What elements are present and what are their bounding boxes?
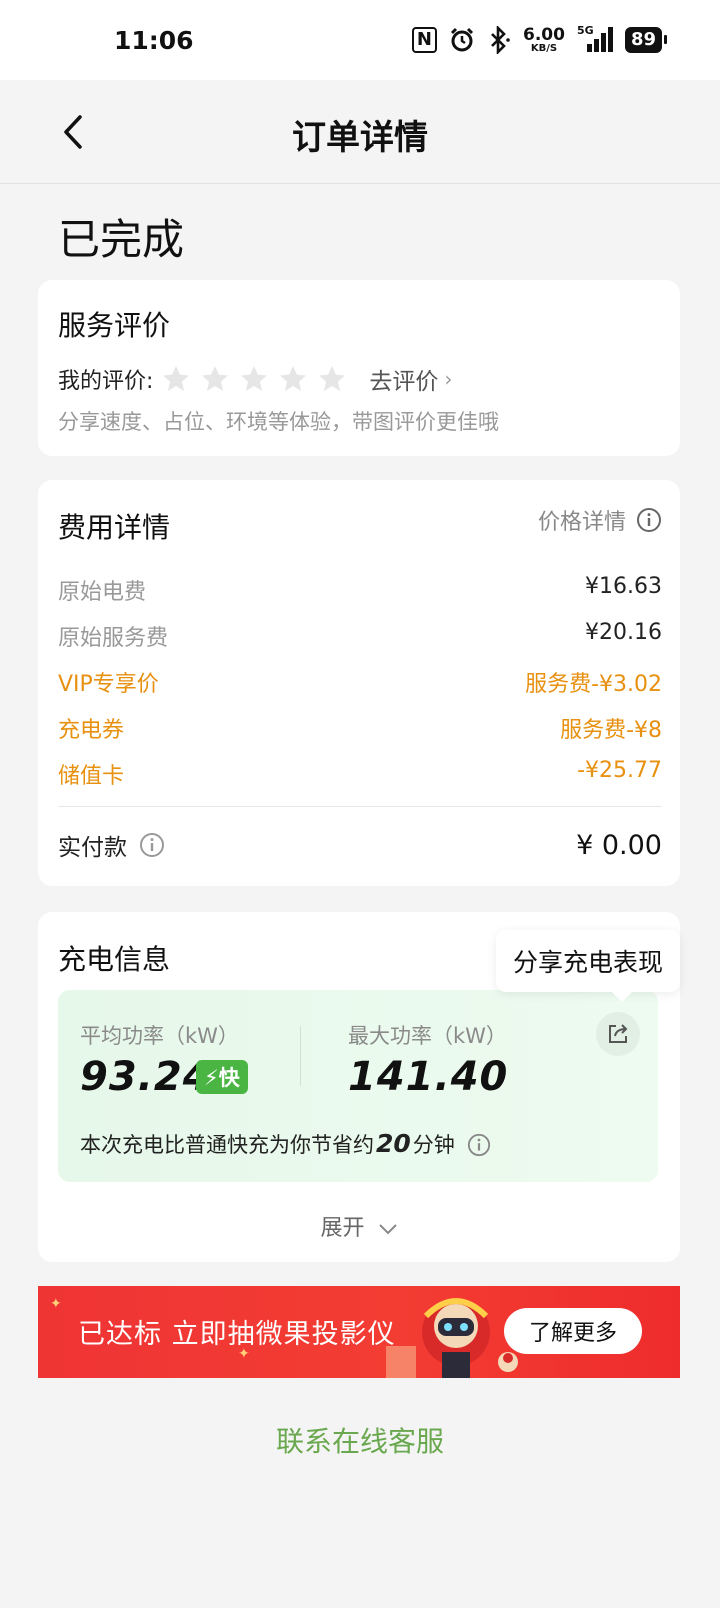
divider <box>58 806 662 807</box>
fee-row: VIP专享价 服务费-¥3.02 <box>58 666 662 698</box>
star-icon[interactable] <box>200 364 230 394</box>
nav-bar: 订单详情 <box>0 80 720 184</box>
page-title: 订单详情 <box>292 118 428 158</box>
speed-unit: KB/S <box>530 42 558 54</box>
promo-banner[interactable]: ✦ ✦ 已达标 立即抽微果投影仪 了解更多 <box>38 1286 680 1378</box>
nfc-icon: N <box>411 27 437 53</box>
fee-row: 充电券 服务费-¥8 <box>58 712 662 744</box>
network-speed: 6.00 KB/S <box>522 24 565 54</box>
fee-label: VIP专享价 <box>58 672 159 697</box>
fee-row: 原始电费 ¥16.63 <box>58 574 662 606</box>
rating-row: 我的评价: 去评价 › <box>58 362 452 396</box>
battery-icon: 89 <box>624 27 668 53</box>
share-icon <box>609 1024 628 1043</box>
time-saved-text: 本次充电比普通快充为你节省约 20 分钟 <box>80 1128 491 1159</box>
star-rating[interactable] <box>161 364 347 394</box>
chevron-right-icon: › <box>444 367 453 391</box>
fee-card: 费用详情 价格详情 原始电费 ¥16.63 原始服务费 ¥20.16 VIP专享… <box>38 480 680 886</box>
max-power-value: 141.40 <box>348 1054 509 1100</box>
status-time: 11:06 <box>114 26 194 55</box>
price-detail-link[interactable]: 价格详情 <box>538 504 662 536</box>
fee-value: ¥20.16 <box>585 620 662 645</box>
star-icon[interactable] <box>278 364 308 394</box>
status-bar: 11:06 N 6.00 KB/S 5G 89 <box>0 0 720 80</box>
banner-text: 已达标 立即抽微果投影仪 <box>78 1319 396 1350</box>
go-rate-label: 去评价 <box>369 369 439 395</box>
star-icon[interactable] <box>161 364 191 394</box>
signal-icon: 5G <box>576 24 613 54</box>
paid-label: 实付款 <box>58 835 127 861</box>
sparkle-icon: ✦ <box>50 1296 62 1312</box>
share-tooltip-text: 分享充电表现 <box>512 948 663 977</box>
fee-label: 原始服务费 <box>58 626 169 651</box>
avg-power-value: 93.24 <box>80 1054 212 1100</box>
rating-title: 服务评价 <box>58 309 171 342</box>
go-rate-link[interactable]: 去评价 › <box>369 362 452 396</box>
info-icon[interactable] <box>467 1133 491 1157</box>
contact-support-link[interactable]: 联系在线客服 <box>0 1420 720 1460</box>
paid-amount: ¥ 0.00 <box>576 829 662 861</box>
save-minutes: 20 <box>376 1129 411 1158</box>
divider <box>300 1026 301 1086</box>
expand-label: 展开 <box>320 1216 365 1241</box>
star-icon[interactable] <box>317 364 347 394</box>
rating-card: 服务评价 我的评价: 去评价 › 分享速度、占位、环境等体验，带图评价更佳哦 <box>38 280 680 456</box>
chevron-down-icon <box>378 1224 397 1235</box>
rating-hint: 分享速度、占位、环境等体验，带图评价更佳哦 <box>58 410 499 434</box>
status-icons: N 6.00 KB/S 5G 89 <box>411 24 668 54</box>
paid-row: 实付款 ¥ 0.00 <box>58 828 662 862</box>
save-suffix: 分钟 <box>412 1133 455 1157</box>
info-icon[interactable] <box>636 507 662 533</box>
fee-label: 储值卡 <box>58 764 125 789</box>
fee-value: 服务费-¥3.02 <box>525 672 662 697</box>
fee-title: 费用详情 <box>58 511 171 544</box>
learn-more-button[interactable]: 了解更多 <box>504 1308 642 1354</box>
expand-button[interactable]: 展开 <box>38 1210 680 1242</box>
fee-row: 原始服务费 ¥20.16 <box>58 620 662 652</box>
order-status: 已完成 <box>58 215 185 264</box>
fee-label: 原始电费 <box>58 580 147 605</box>
power-summary: 平均功率（kW） 93.24 ⚡快 最大功率（kW） 141.40 本次充电比普… <box>58 990 658 1182</box>
fast-charge-badge: ⚡快 <box>196 1060 248 1094</box>
fee-value: ¥16.63 <box>585 574 662 599</box>
alarm-icon <box>450 27 474 52</box>
fee-value: 服务费-¥8 <box>560 718 662 743</box>
charging-title: 充电信息 <box>58 943 171 976</box>
bluetooth-icon <box>491 26 510 54</box>
fee-value: -¥25.77 <box>577 758 662 783</box>
share-tooltip[interactable]: 分享充电表现 <box>496 930 680 1002</box>
star-icon[interactable] <box>239 364 269 394</box>
paid-label-group: 实付款 <box>58 828 165 862</box>
price-detail-label: 价格详情 <box>537 510 626 535</box>
my-rating-label: 我的评价: <box>58 369 154 394</box>
avg-power-label: 平均功率（kW） <box>80 1024 239 1048</box>
speed-value: 6.00 <box>522 24 565 45</box>
max-power-label: 最大功率（kW） <box>348 1024 507 1048</box>
save-prefix: 本次充电比普通快充为你节省约 <box>80 1133 374 1157</box>
network-type: 5G <box>576 24 594 37</box>
info-icon[interactable] <box>139 832 165 858</box>
fee-row: 储值卡 -¥25.77 <box>58 758 662 790</box>
fee-label: 充电券 <box>58 718 125 743</box>
share-button[interactable] <box>596 1012 640 1056</box>
